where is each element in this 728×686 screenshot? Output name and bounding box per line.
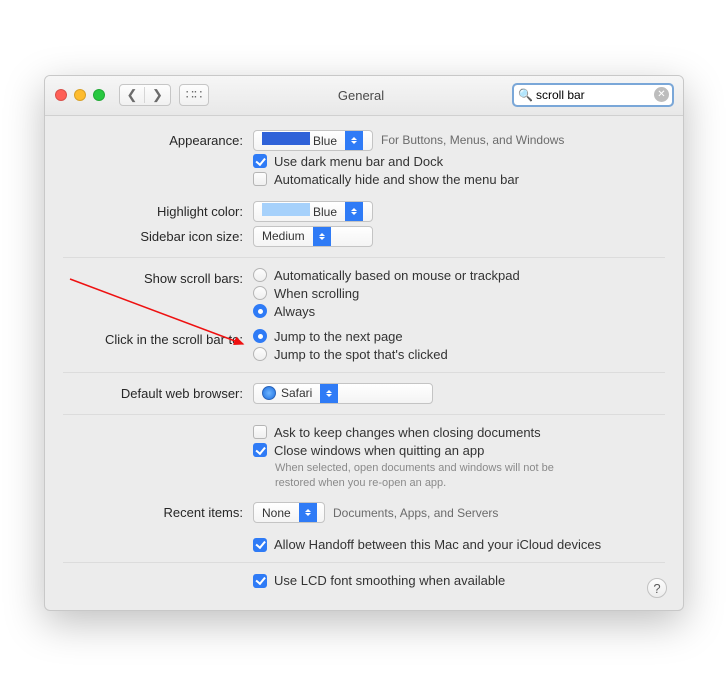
content-area: Appearance: Blue For Buttons, Menus, and… — [45, 116, 683, 611]
close-window-button[interactable] — [55, 89, 67, 101]
checkbox-icon — [253, 172, 267, 186]
click-scrollbar-label: Click in the scroll bar to: — [63, 329, 253, 347]
preferences-window: ❮ ❯ ∷∷ General 🔍 ✕ Appearance: Blue — [44, 75, 684, 612]
show-scrollbars-label: Show scroll bars: — [63, 268, 253, 286]
divider — [63, 562, 665, 563]
checkbox-icon — [253, 425, 267, 439]
scroll-always-radio[interactable]: Always — [253, 304, 665, 319]
chevron-updown-icon — [313, 227, 331, 246]
radio-icon — [253, 347, 267, 361]
close-windows-checkbox[interactable]: Close windows when quitting an app — [253, 443, 665, 458]
divider — [63, 414, 665, 415]
appearance-label: Appearance: — [63, 130, 253, 148]
lcd-font-smoothing-checkbox[interactable]: Use LCD font smoothing when available — [253, 573, 665, 588]
sidebar-size-select[interactable]: Medium — [253, 226, 373, 247]
sidebar-size-label: Sidebar icon size: — [63, 226, 253, 244]
radio-icon — [253, 268, 267, 282]
safari-icon — [262, 386, 276, 400]
checkbox-icon — [253, 154, 267, 168]
show-all-button[interactable]: ∷∷ — [179, 84, 209, 106]
appearance-hint: For Buttons, Menus, and Windows — [381, 133, 564, 147]
chevron-updown-icon — [345, 202, 363, 221]
window-title: General — [217, 88, 505, 103]
appearance-select[interactable]: Blue — [253, 130, 373, 151]
scroll-auto-radio[interactable]: Automatically based on mouse or trackpad — [253, 268, 665, 283]
checkbox-icon — [253, 538, 267, 552]
radio-icon — [253, 286, 267, 300]
back-icon[interactable]: ❮ — [120, 87, 145, 103]
radio-icon — [253, 329, 267, 343]
jump-next-page-radio[interactable]: Jump to the next page — [253, 329, 665, 344]
titlebar: ❮ ❯ ∷∷ General 🔍 ✕ — [45, 76, 683, 116]
search-icon: 🔍 — [518, 88, 533, 102]
close-windows-hint: When selected, open documents and window… — [253, 461, 583, 491]
handoff-checkbox[interactable]: Allow Handoff between this Mac and your … — [253, 537, 665, 552]
chevron-updown-icon — [320, 384, 338, 403]
recent-items-select[interactable]: None — [253, 502, 325, 523]
checkbox-icon — [253, 443, 267, 457]
scroll-when-scrolling-radio[interactable]: When scrolling — [253, 286, 665, 301]
divider — [63, 257, 665, 258]
radio-icon — [253, 304, 267, 318]
recent-items-hint: Documents, Apps, and Servers — [333, 506, 498, 520]
highlight-label: Highlight color: — [63, 201, 253, 219]
lightblue-swatch-icon — [262, 203, 310, 216]
dark-menubar-checkbox[interactable]: Use dark menu bar and Dock — [253, 154, 665, 169]
checkbox-icon — [253, 574, 267, 588]
grid-icon: ∷∷ — [186, 87, 203, 103]
chevron-updown-icon — [299, 503, 317, 522]
recent-items-label: Recent items: — [63, 502, 253, 520]
divider — [63, 372, 665, 373]
help-button[interactable]: ? — [647, 578, 667, 598]
search-field-wrap: 🔍 ✕ — [513, 84, 673, 106]
forward-icon[interactable]: ❯ — [145, 87, 170, 103]
search-input[interactable] — [513, 84, 673, 106]
default-browser-select[interactable]: Safari — [253, 383, 433, 404]
zoom-window-button[interactable] — [93, 89, 105, 101]
blue-swatch-icon — [262, 132, 310, 145]
auto-hide-menubar-checkbox[interactable]: Automatically hide and show the menu bar — [253, 172, 665, 187]
highlight-color-select[interactable]: Blue — [253, 201, 373, 222]
window-controls — [55, 89, 105, 101]
minimize-window-button[interactable] — [74, 89, 86, 101]
chevron-updown-icon — [345, 131, 363, 150]
jump-to-spot-radio[interactable]: Jump to the spot that's clicked — [253, 347, 665, 362]
default-browser-label: Default web browser: — [63, 383, 253, 401]
nav-back-forward[interactable]: ❮ ❯ — [119, 84, 171, 106]
ask-keep-changes-checkbox[interactable]: Ask to keep changes when closing documen… — [253, 425, 665, 440]
